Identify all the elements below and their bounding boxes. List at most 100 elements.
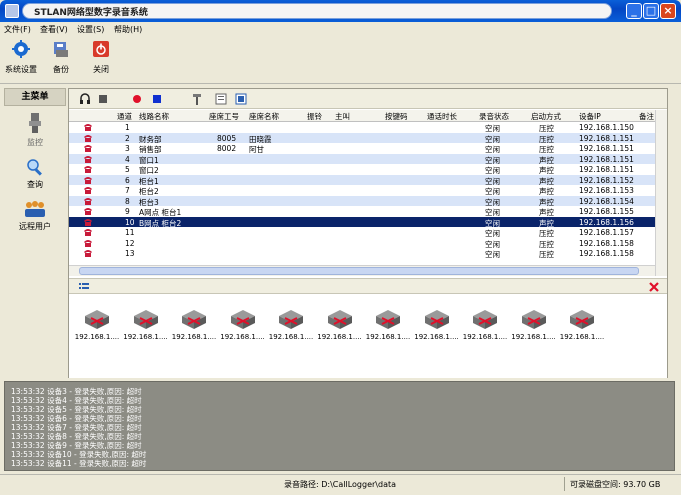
sidebar-item-monitor[interactable]: 监控 (4, 112, 66, 148)
channel-toolbar (69, 89, 667, 109)
menu-view[interactable]: 查看(V) (40, 24, 68, 35)
table-row[interactable]: 7 柜台2 空闲 声控 192.168.1.153 (69, 185, 655, 196)
phone-icon (84, 208, 92, 215)
grid-header: 通道 线路名称 座席工号 座席名称 振铃 主叫 按键码 通话时长 录音状态 启动… (69, 110, 655, 122)
cell-device-ip: 192.168.1.157 (579, 228, 634, 237)
table-row[interactable]: 5 窗口2 空闲 声控 192.168.1.151 (69, 164, 655, 175)
device-item[interactable]: 192.168.1.... (122, 308, 170, 341)
device-item[interactable]: 192.168.1.... (510, 308, 558, 341)
sidebar-header: 主菜单 (4, 88, 66, 106)
gear-icon (12, 40, 30, 58)
log-line: 13:53:32 设备11 - 登录失败,原因: 超时 (11, 459, 147, 468)
list-icon[interactable] (79, 282, 89, 292)
backup-label: 备份 (53, 65, 69, 74)
system-settings-button[interactable]: 系统设置 (2, 40, 40, 82)
stop-icon[interactable] (97, 93, 109, 105)
headphones-icon[interactable] (79, 93, 91, 105)
sidebar-item-remote-users[interactable]: 远程用户 (4, 200, 66, 232)
device-ip-label: 192.168.1.... (317, 333, 362, 341)
col-caller[interactable]: 主叫 (335, 111, 350, 122)
table-row[interactable]: 13 空闲 压控 192.168.1.158 (69, 248, 655, 259)
col-record-status[interactable]: 录音状态 (479, 111, 509, 122)
col-agent-name[interactable]: 座席名称 (249, 111, 279, 122)
cell-device-ip: 192.168.1.158 (579, 238, 634, 248)
table-row[interactable]: 10 B网点 柜台2 空闲 声控 192.168.1.156 (69, 216, 655, 228)
table-row[interactable]: 1 空闲 压控 192.168.1.150 (69, 122, 655, 133)
channel-grid: 1 空闲 压控 192.168.1.150 2 财务部 8005 田晓霞 空闲 压控 192.168… (69, 122, 655, 265)
device-ip-label: 192.168.1.... (414, 333, 459, 341)
col-agent-id[interactable]: 座席工号 (209, 111, 239, 122)
device-ip-label: 192.168.1.... (220, 333, 265, 341)
device-item[interactable]: 192.168.1.... (461, 308, 509, 341)
table-row[interactable]: 12 空闲 压控 192.168.1.158 (69, 238, 655, 249)
horizontal-scrollbar[interactable] (69, 265, 655, 276)
monitor-icon (29, 113, 41, 133)
record-icon[interactable] (131, 93, 143, 105)
device-item[interactable]: 192.168.1.... (558, 308, 606, 341)
device-item[interactable]: 192.168.1.... (219, 308, 267, 341)
close-window-button[interactable]: × (660, 3, 676, 19)
stop-record-icon[interactable] (151, 93, 163, 105)
menu-bar: 文件(F) 查看(V) 设置(S) 帮助(H) (0, 22, 681, 36)
device-item[interactable]: 192.168.1.... (413, 308, 461, 341)
sidebar-item-search[interactable]: 查询 (4, 158, 66, 190)
device-item[interactable]: 192.168.1.... (170, 308, 218, 341)
phone-icon (84, 197, 92, 205)
cell-device-ip: 192.168.1.158 (579, 249, 634, 258)
table-row[interactable]: 9 A网点 柜台1 空闲 声控 192.168.1.155 (69, 206, 655, 217)
device-item[interactable]: 192.168.1.... (316, 308, 364, 341)
table-row[interactable]: 6 柜台1 空闲 声控 192.168.1.152 (69, 174, 655, 186)
cell-device-ip: 192.168.1.151 (579, 154, 634, 164)
table-row[interactable]: 2 财务部 8005 田晓霞 空闲 压控 192.168.1.151 (69, 132, 655, 144)
minimize-button[interactable]: _ (626, 3, 642, 19)
list-view-icon[interactable] (215, 93, 227, 105)
table-row[interactable]: 11 空闲 压控 192.168.1.157 (69, 227, 655, 238)
phone-icon (84, 229, 92, 236)
cell-agent-id: 8005 (217, 133, 237, 143)
horizontal-scroll-thumb[interactable] (79, 267, 639, 275)
vertical-scrollbar[interactable] (655, 110, 667, 276)
menu-settings[interactable]: 设置(S) (77, 24, 104, 35)
window-view-icon[interactable] (235, 93, 247, 105)
cell-device-ip: 192.168.1.150 (579, 123, 634, 132)
col-channel[interactable]: 通道 (117, 111, 132, 122)
col-keycode[interactable]: 按键码 (385, 111, 408, 122)
backup-button[interactable]: 备份 (42, 40, 80, 82)
app-icon[interactable] (5, 4, 19, 18)
device-item[interactable]: 192.168.1.... (364, 308, 412, 341)
table-row[interactable]: 8 柜台3 空闲 声控 192.168.1.154 (69, 195, 655, 207)
cell-device-ip: 192.168.1.151 (579, 144, 634, 153)
cell-agent-id: 8002 (217, 144, 237, 153)
col-ring[interactable]: 振铃 (307, 111, 322, 122)
table-row[interactable]: 3 销售部 8002 阿甘 空闲 压控 192.168.1.151 (69, 143, 655, 154)
col-start-mode[interactable]: 启动方式 (531, 111, 561, 122)
cell-channel: 7 (125, 186, 130, 195)
menu-file[interactable]: 文件(F) (4, 24, 31, 35)
device-ip-label: 192.168.1.... (559, 333, 605, 341)
device-offline-icon (182, 310, 206, 329)
col-line-name[interactable]: 线路名称 (139, 111, 169, 122)
cell-device-ip: 192.168.1.153 (579, 186, 634, 195)
cell-channel: 9 (125, 207, 130, 216)
maximize-button[interactable]: □ (643, 3, 659, 19)
cell-channel: 1 (125, 123, 130, 132)
main-toolbar: 系统设置 备份 关闭 (0, 36, 681, 84)
close-icon[interactable] (649, 282, 659, 292)
tools-icon[interactable] (191, 93, 203, 105)
menu-help[interactable]: 帮助(H) (114, 24, 142, 35)
cell-channel: 10 (125, 217, 135, 227)
cell-channel: 4 (125, 154, 130, 164)
search-icon (27, 159, 42, 176)
table-row[interactable]: 4 窗口1 空闲 声控 192.168.1.151 (69, 153, 655, 165)
col-duration[interactable]: 通话时长 (427, 111, 457, 122)
col-notes[interactable]: 备注 (639, 111, 654, 122)
col-device-ip[interactable]: 设备IP (579, 111, 601, 122)
device-item[interactable]: 192.168.1.... (73, 308, 121, 341)
window-title: STLAN网络型数字录音系统 (34, 8, 148, 18)
device-item[interactable]: 192.168.1.... (267, 308, 315, 341)
device-ip-label: 192.168.1.... (74, 333, 120, 341)
phone-icon (84, 218, 92, 226)
device-offline-icon (133, 310, 158, 329)
device-panel: 192.168.1.... 192.168.1.... 192.168.1.... 1… (69, 294, 667, 378)
close-button[interactable]: 关闭 (82, 40, 120, 82)
